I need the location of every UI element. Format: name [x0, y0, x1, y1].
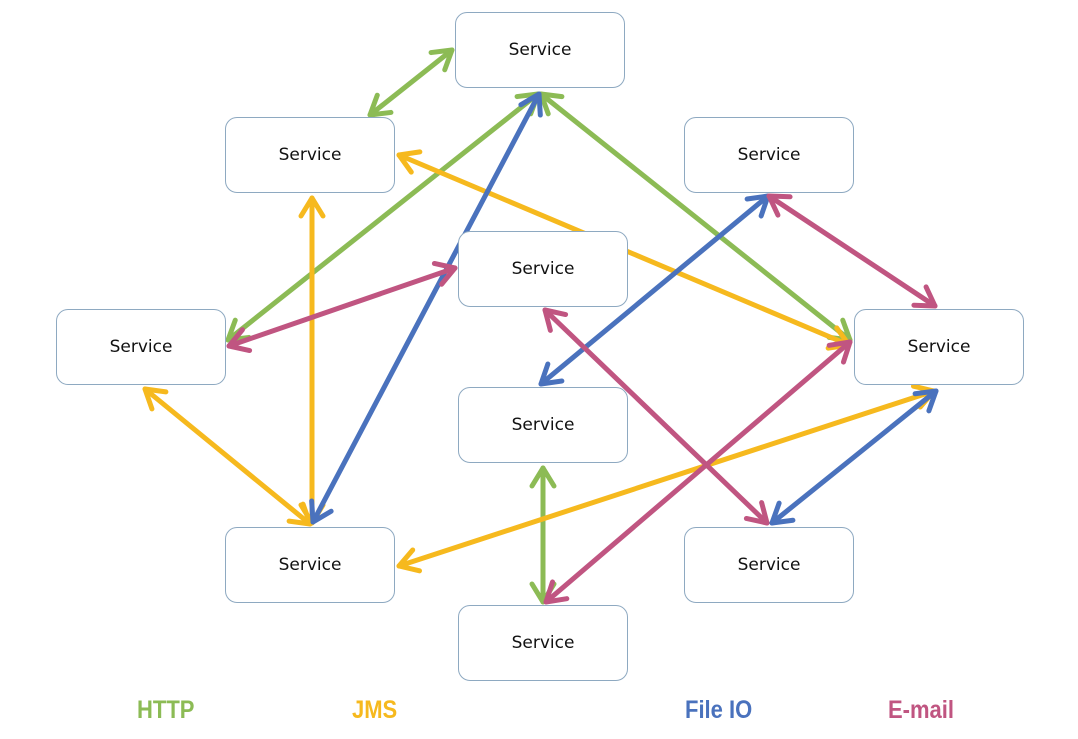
service-node[interactable]: Service — [458, 605, 628, 681]
edge-email-n5-n4 — [226, 260, 458, 354]
service-node[interactable]: Service — [225, 117, 395, 193]
service-node[interactable]: Service — [225, 527, 395, 603]
service-node[interactable]: Service — [56, 309, 226, 385]
service-label: Service — [511, 633, 575, 653]
edge-fileio-n6-n9 — [769, 388, 939, 526]
service-node[interactable]: Service — [455, 12, 625, 88]
service-node[interactable]: Service — [458, 387, 628, 463]
service-label: Service — [511, 259, 575, 279]
legend-file-io: File IO — [685, 696, 753, 724]
connection-line — [367, 47, 455, 118]
service-node[interactable]: Service — [684, 527, 854, 603]
service-label: Service — [907, 337, 971, 357]
service-label: Service — [508, 40, 572, 60]
connection-line — [142, 386, 313, 527]
edge-jms-n5-n8 — [142, 386, 313, 527]
legend-http: HTTP — [137, 696, 195, 724]
edge-email-n3-n6 — [766, 193, 938, 309]
edge-http-n1-n2 — [367, 47, 455, 118]
service-node[interactable]: Service — [458, 231, 628, 307]
edge-jms-n2-n8 — [298, 195, 326, 526]
legend-email: E-mail — [888, 696, 955, 724]
service-label: Service — [109, 337, 173, 357]
legend-jms: JMS — [352, 696, 398, 724]
service-label: Service — [737, 145, 801, 165]
service-label: Service — [737, 555, 801, 575]
service-label: Service — [511, 415, 575, 435]
connection-line — [226, 265, 458, 349]
connection-line — [769, 388, 939, 526]
service-label: Service — [278, 145, 342, 165]
service-node[interactable]: Service — [854, 309, 1024, 385]
service-label: Service — [278, 555, 342, 575]
connection-line — [766, 193, 938, 309]
service-node[interactable]: Service — [684, 117, 854, 193]
